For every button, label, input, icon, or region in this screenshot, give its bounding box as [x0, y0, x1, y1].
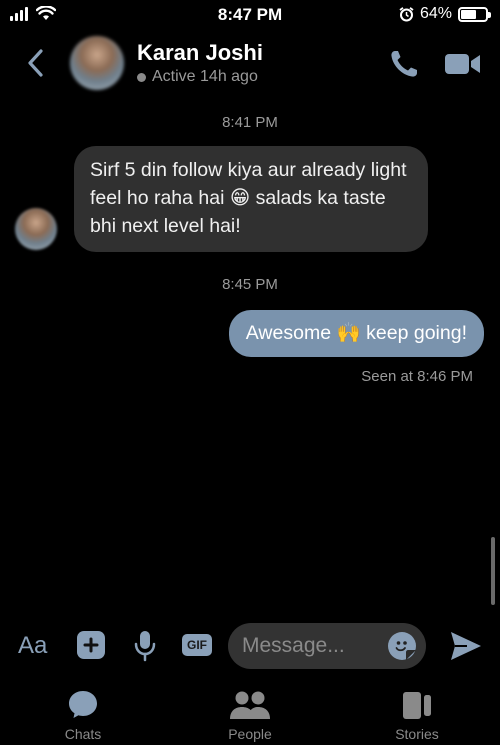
seen-status: Seen at 8:46 PM	[361, 368, 473, 385]
add-attachment-button[interactable]	[77, 631, 105, 659]
people-icon	[230, 691, 270, 719]
video-call-button[interactable]	[444, 48, 482, 80]
outgoing-message-bubble[interactable]: Awesome 🙌 keep going!	[228, 310, 484, 357]
tab-stories[interactable]: Stories	[362, 688, 472, 742]
microphone-icon	[134, 631, 156, 662]
status-bar: 8:47 PM 64%	[0, 0, 500, 30]
message-input[interactable]	[242, 634, 382, 658]
phone-icon	[391, 51, 417, 77]
active-status-text: Active 14h ago	[152, 68, 258, 85]
message-timestamp: 8:45 PM	[222, 276, 278, 293]
tab-label: People	[228, 726, 272, 742]
incoming-message-bubble[interactable]: Sirf 5 din follow kiya aur already light…	[74, 146, 428, 252]
chat-bubble-icon	[69, 691, 97, 718]
gif-button[interactable]: GIF	[182, 634, 212, 656]
tab-label: Stories	[395, 726, 439, 742]
back-button[interactable]	[22, 46, 48, 80]
back-chevron-icon	[28, 49, 43, 77]
send-arrow-icon	[451, 632, 481, 660]
voice-call-button[interactable]	[388, 48, 420, 80]
tab-people[interactable]: People	[195, 688, 305, 742]
message-timestamp: 8:41 PM	[222, 114, 278, 131]
tab-chats[interactable]: Chats	[28, 688, 138, 742]
activity-dot	[137, 72, 146, 82]
plus-icon	[83, 637, 99, 653]
active-status: Active 14h ago	[137, 68, 258, 86]
text-format-button[interactable]: Aa	[18, 632, 47, 660]
stories-icon	[403, 692, 431, 719]
chat-header: Karan Joshi Active 14h ago	[0, 30, 500, 100]
voice-message-button[interactable]	[133, 630, 157, 662]
sticker-emoji-icon	[395, 641, 416, 660]
send-button[interactable]	[449, 630, 483, 662]
sticker-button[interactable]	[388, 632, 416, 660]
alarm-icon	[399, 6, 414, 21]
bottom-tab-bar: Chats People Stories	[0, 688, 500, 745]
contact-name[interactable]: Karan Joshi	[137, 40, 263, 66]
sender-avatar[interactable]	[15, 208, 57, 250]
message-input-container[interactable]	[228, 623, 426, 669]
battery-percentage: 64%	[419, 5, 452, 22]
video-camera-icon	[445, 54, 480, 74]
contact-avatar[interactable]	[70, 36, 124, 90]
scrollbar[interactable]	[491, 537, 495, 605]
tab-label: Chats	[64, 726, 102, 742]
battery-icon	[458, 6, 491, 22]
message-composer: Aa GIF	[0, 622, 500, 672]
